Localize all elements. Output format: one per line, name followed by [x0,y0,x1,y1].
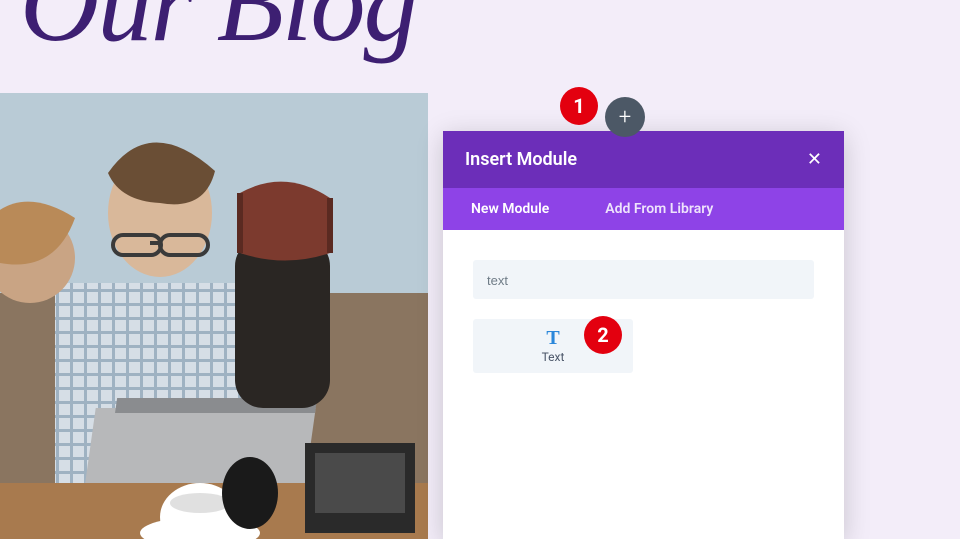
search-wrap [473,260,814,299]
annotation-badge-2: 2 [584,316,622,354]
module-label: Text [542,350,565,364]
plus-icon: + [619,105,631,130]
modal-header: Insert Module ✕ [443,131,844,188]
insert-module-modal: Insert Module ✕ New Module Add From Libr… [443,131,844,539]
page-title: Our Blog [20,0,417,67]
text-icon: T [546,328,559,348]
modal-body: T Text [443,230,844,539]
modal-title: Insert Module [465,149,577,170]
module-search-input[interactable] [487,273,800,288]
modal-tabs: New Module Add From Library [443,188,844,230]
tab-new-module[interactable]: New Module [443,188,577,230]
annotation-badge-1: 1 [560,87,598,125]
close-button[interactable]: ✕ [807,149,822,170]
tab-add-from-library[interactable]: Add From Library [577,188,741,230]
module-grid: T Text [473,319,814,373]
close-icon: ✕ [807,149,822,170]
add-module-button[interactable]: + [605,97,645,137]
featured-image [0,93,428,539]
